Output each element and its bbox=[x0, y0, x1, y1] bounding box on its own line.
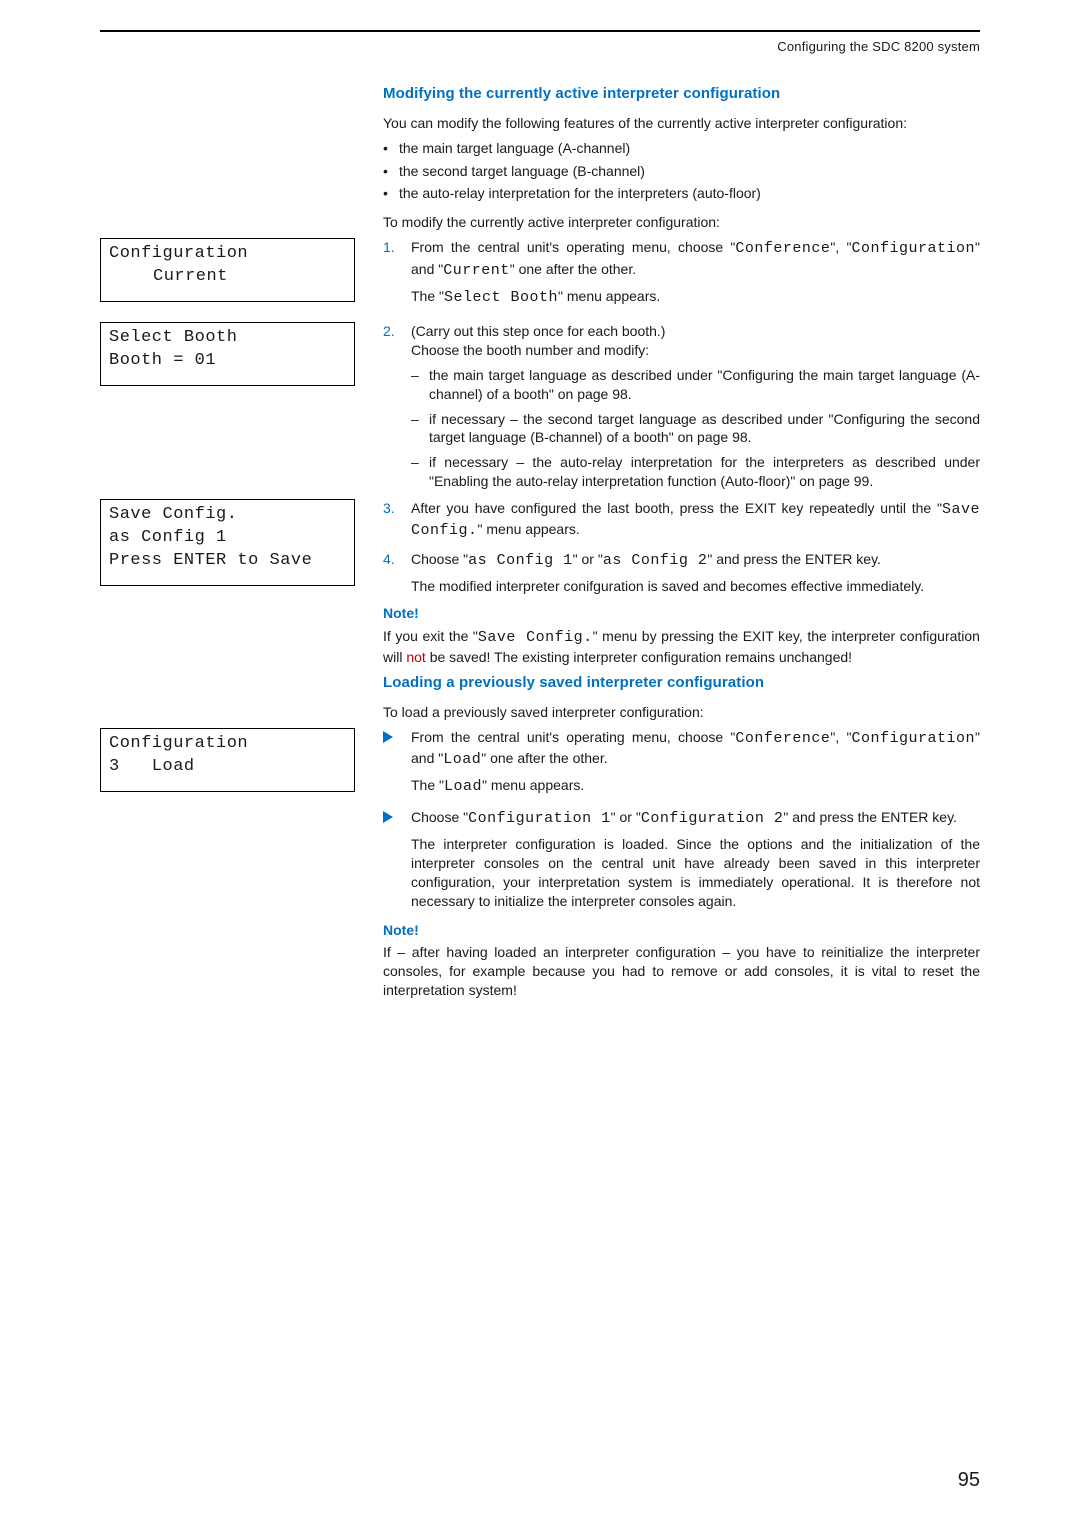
bullet-b-channel: the second target language (B-channel) bbox=[383, 162, 980, 181]
lcd-line: Configuration bbox=[109, 243, 346, 266]
section1-lead: To modify the currently active interpret… bbox=[383, 213, 980, 232]
note-heading: Note! bbox=[383, 604, 980, 623]
lcd-line: Booth = 01 bbox=[109, 350, 346, 373]
page-number: 95 bbox=[958, 1467, 980, 1494]
section2-lead: To load a previously saved interpreter c… bbox=[383, 703, 980, 722]
step-number: 2. bbox=[383, 322, 395, 341]
dash-auto-relay: if necessary – the auto-relay interpreta… bbox=[411, 453, 980, 491]
note-body: If – after having loaded an interpreter … bbox=[383, 943, 980, 1000]
not-warning: not bbox=[406, 649, 425, 665]
header-title: Configuring the SDC 8200 system bbox=[100, 38, 980, 56]
section1-bullets: the main target language (A-channel) the… bbox=[383, 139, 980, 204]
step-number: 1. bbox=[383, 238, 395, 257]
note-heading: Note! bbox=[383, 921, 980, 940]
action-choose-config: Choose "Configuration 1" or "Configurati… bbox=[383, 808, 980, 911]
lcd-line: 3 Load bbox=[109, 756, 346, 779]
lcd-select-booth: Select Booth Booth = 01 bbox=[100, 322, 355, 386]
action-load-menu: From the central unit's operating menu, … bbox=[383, 728, 980, 798]
section1-title: Modifying the currently active interpret… bbox=[383, 84, 980, 104]
step-number: 3. bbox=[383, 499, 395, 518]
section2-title: Loading a previously saved interpreter c… bbox=[383, 673, 980, 693]
step-2: 2. (Carry out this step once for each bo… bbox=[383, 322, 980, 491]
lcd-line: Select Booth bbox=[109, 327, 346, 350]
dash-main-target: the main target language as described un… bbox=[411, 366, 980, 404]
lcd-line: as Config 1 bbox=[109, 527, 346, 550]
section1-intro: You can modify the following features of… bbox=[383, 114, 980, 133]
bullet-a-channel: the main target language (A-channel) bbox=[383, 139, 980, 158]
header-rule bbox=[100, 30, 980, 32]
step-3: 3. After you have configured the last bo… bbox=[383, 499, 980, 542]
lcd-line: Configuration bbox=[109, 733, 346, 756]
step-1: 1. From the central unit's operating men… bbox=[383, 238, 980, 308]
dash-second-target: if necessary – the second target languag… bbox=[411, 410, 980, 448]
lcd-line: Current bbox=[109, 266, 346, 289]
step-number: 4. bbox=[383, 550, 395, 569]
bullet-auto-floor: the auto-relay interpretation for the in… bbox=[383, 184, 980, 203]
lcd-line: Press ENTER to Save bbox=[109, 550, 346, 573]
lcd-configuration-current: Configuration Current bbox=[100, 238, 355, 302]
lcd-save-config: Save Config. as Config 1 Press ENTER to … bbox=[100, 499, 355, 586]
lcd-line: Save Config. bbox=[109, 504, 346, 527]
lcd-configuration-load: Configuration 3 Load bbox=[100, 728, 355, 792]
note-body: If you exit the "Save Config." menu by p… bbox=[383, 627, 980, 667]
step-4: 4. Choose "as Config 1" or "as Config 2"… bbox=[383, 550, 980, 596]
